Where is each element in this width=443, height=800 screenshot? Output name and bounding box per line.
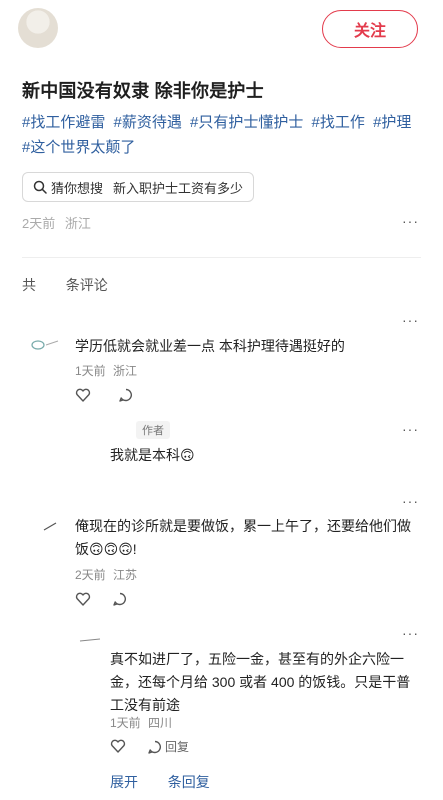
comment-text: 俺现在的诊所就是要做饭，累一上午了，还要给他们做 饭🙃🙃🙃! bbox=[75, 515, 425, 561]
follow-button[interactable]: 关注 bbox=[322, 10, 418, 48]
reply-icon[interactable] bbox=[118, 387, 134, 403]
expand-prefix: 展开 bbox=[110, 774, 138, 790]
comment-text: 真不如进厂了，五险一金，甚至有的外企六险一金，还每个月给 300 或者 400 … bbox=[110, 651, 411, 713]
comment-more-button[interactable]: ··· bbox=[402, 493, 419, 509]
comment-location: 浙江 bbox=[113, 364, 138, 378]
reply-button[interactable]: 回复 bbox=[147, 738, 189, 755]
tag-item[interactable]: #只有护士懂护士 bbox=[190, 114, 303, 131]
comment-meta: 2天前 江苏 bbox=[75, 566, 137, 583]
comment-location: 江苏 bbox=[113, 568, 138, 582]
comment-text-body: 饭 bbox=[75, 541, 89, 557]
like-icon[interactable] bbox=[75, 591, 91, 607]
tag-item[interactable]: #护理 bbox=[373, 114, 411, 131]
emoji: 🙃 bbox=[180, 447, 195, 463]
reply-icon bbox=[148, 740, 161, 754]
comment-more-button[interactable]: ··· bbox=[402, 312, 419, 328]
post-more-button[interactable]: ··· bbox=[402, 213, 419, 229]
like-icon[interactable] bbox=[75, 387, 91, 403]
comment-text-line: 饭🙃🙃🙃! bbox=[75, 538, 425, 561]
comment-time: 1天前 bbox=[75, 364, 106, 378]
post-time: 2天前 bbox=[22, 216, 56, 231]
comment-time: 1天前 bbox=[110, 716, 141, 730]
comment-more-button[interactable]: ··· bbox=[402, 421, 419, 437]
comment-text-body: 我就是本科 bbox=[110, 447, 180, 463]
guess-search-chip[interactable]: 猜你想搜 新入职护士工资有多少 bbox=[22, 172, 255, 202]
expand-suffix: 条回复 bbox=[167, 774, 210, 790]
tag-item[interactable]: #找工作 bbox=[312, 114, 365, 131]
comment-text: 我就是本科🙃 bbox=[110, 444, 195, 467]
post-meta: 2天前 浙江 bbox=[22, 213, 91, 232]
post-title: 新中国没有奴隶 除非你是护士 bbox=[22, 81, 264, 101]
commenter-avatar[interactable] bbox=[42, 520, 58, 532]
author-badge: 作者 bbox=[136, 421, 170, 439]
tag-list: #找工作避雷 #薪资待遇 #只有护士懂护士 #找工作 #护理 #这个世界太颠了 bbox=[22, 110, 422, 160]
commenter-avatar[interactable] bbox=[78, 636, 102, 644]
comment-meta: 1天前 四川 bbox=[110, 714, 172, 731]
like-icon[interactable] bbox=[110, 738, 126, 754]
reply-label: 回复 bbox=[165, 740, 190, 754]
comments-count-prefix: 共 bbox=[22, 277, 36, 293]
post-location: 浙江 bbox=[64, 216, 91, 231]
expand-replies-link[interactable]: 展开 条回复 bbox=[110, 772, 210, 792]
emoji: 🙃🙃🙃 bbox=[89, 541, 133, 557]
guess-query: 新入职护士工资有多少 bbox=[113, 180, 244, 196]
search-icon bbox=[33, 180, 47, 194]
tag-item[interactable]: #这个世界太颠了 bbox=[22, 139, 135, 156]
guess-prefix: 猜你想搜 bbox=[51, 180, 104, 196]
comment-location: 四川 bbox=[148, 716, 173, 730]
comments-count-suffix: 条评论 bbox=[65, 277, 108, 293]
author-avatar[interactable] bbox=[18, 8, 58, 48]
comment-text: 学历低就会就业差一点 本科护理待遇挺好的 bbox=[75, 338, 345, 354]
divider bbox=[22, 257, 421, 258]
commenter-avatar[interactable] bbox=[30, 338, 60, 352]
tag-item[interactable]: #薪资待遇 bbox=[114, 114, 182, 131]
comment-text-body: ! bbox=[132, 541, 137, 557]
tag-item[interactable]: #找工作避雷 bbox=[22, 114, 105, 131]
reply-icon[interactable] bbox=[112, 591, 128, 607]
comment-time: 2天前 bbox=[75, 568, 106, 582]
comment-more-button[interactable]: ··· bbox=[402, 625, 419, 641]
comments-count: 共 条评论 bbox=[22, 275, 108, 295]
comment-text-line: 俺现在的诊所就是要做饭，累一上午了，还要给他们做 bbox=[75, 518, 411, 534]
comment-meta: 1天前 浙江 bbox=[75, 362, 137, 379]
